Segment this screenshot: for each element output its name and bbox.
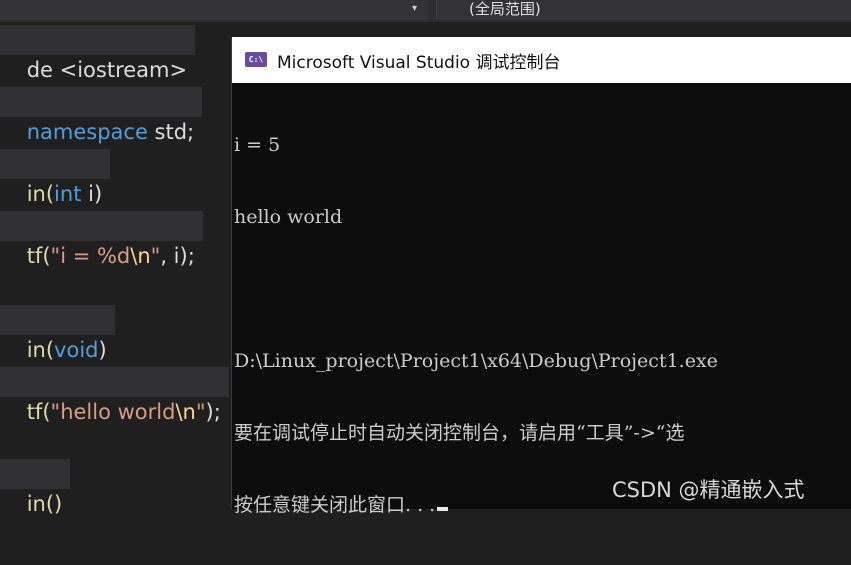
code-line[interactable]: in(int i): [0, 149, 111, 206]
code-keyword: void: [54, 338, 99, 362]
debug-console-window[interactable]: C:\ Microsoft Visual Studio 调试控制台 i = 5 …: [231, 37, 851, 516]
console-line: i = 5: [234, 134, 281, 156]
code-string: "i = %d: [50, 244, 131, 268]
code-token: );: [205, 400, 221, 424]
code-line[interactable]: in(void): [0, 305, 115, 362]
console-title: Microsoft Visual Studio 调试控制台: [277, 53, 561, 73]
code-escape: \n: [130, 244, 151, 268]
code-line[interactable]: tf("i = %d\n", i);: [0, 211, 203, 268]
code-function: tf(: [26, 400, 51, 424]
code-line[interactable]: namespace std;: [0, 87, 203, 144]
chevron-down-icon[interactable]: ▾: [412, 3, 417, 14]
console-titlebar[interactable]: C:\ Microsoft Visual Studio 调试控制台: [232, 37, 851, 83]
code-escape: \n: [175, 400, 196, 424]
code-string: "hello world: [50, 400, 176, 424]
code-function: in(: [26, 182, 55, 206]
console-prompt-text: 按任意键关闭此窗口. . .: [234, 494, 436, 516]
member-dropdown[interactable]: ▾: [0, 0, 428, 20]
console-app-icon: C:\: [245, 52, 267, 67]
watermark: CSDN @精通嵌入式: [612, 478, 805, 502]
console-line: 要在调试停止时自动关闭控制台，请启用“工具”->“选: [234, 422, 685, 444]
code-line[interactable]: de <iostream>: [0, 25, 196, 82]
toolbar: ▾ (全局范围): [0, 0, 851, 22]
code-function: in(: [26, 338, 55, 362]
code-function: in(): [26, 492, 63, 516]
code-token: ): [98, 338, 107, 362]
scope-dropdown[interactable]: (全局范围): [436, 0, 851, 20]
code-token: std;: [147, 120, 195, 144]
text-cursor: [437, 507, 449, 511]
code-string: ": [150, 244, 161, 268]
code-token: de <iostream>: [26, 58, 188, 82]
code-token: , i);: [160, 244, 195, 268]
console-line: hello world: [234, 206, 343, 228]
code-token: i): [81, 182, 103, 206]
code-string: ": [195, 400, 206, 424]
code-keyword: int: [54, 182, 82, 206]
scope-label: (全局范围): [469, 0, 541, 18]
code-function: tf(: [26, 244, 51, 268]
code-line[interactable]: in(): [0, 459, 71, 516]
code-keyword: namespace: [26, 120, 148, 144]
code-line[interactable]: tf("hello world\n");: [0, 367, 229, 424]
console-line: D:\Linux_project\Project1\x64\Debug\Proj…: [234, 350, 718, 372]
